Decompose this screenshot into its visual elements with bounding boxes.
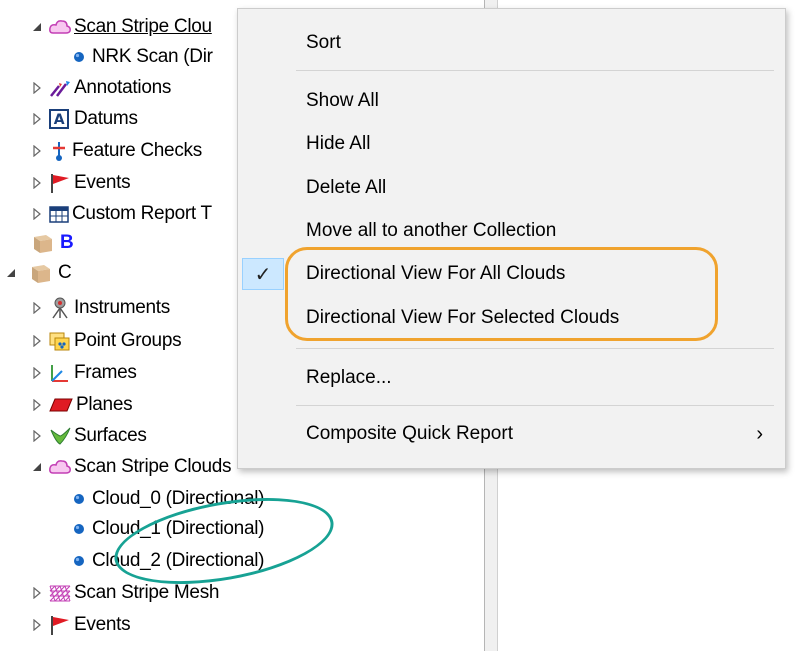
tree-row-events-c[interactable]: Events xyxy=(30,610,131,640)
tree-row-label: Surfaces xyxy=(74,425,147,446)
collapsed-arrow-icon[interactable] xyxy=(30,618,44,632)
expanded-arrow-icon[interactable] xyxy=(30,20,44,34)
menu-item-show-all[interactable]: Show All xyxy=(238,82,785,120)
menu-item-composite-quick-report[interactable]: Composite Quick Report › xyxy=(238,415,785,453)
expanded-arrow-icon[interactable] xyxy=(30,460,44,474)
tree-row-label: Events xyxy=(74,172,131,193)
dot-icon xyxy=(72,554,86,568)
collapsed-arrow-icon[interactable] xyxy=(30,176,44,190)
tree-row-datums[interactable]: A Datums xyxy=(30,104,138,134)
tree-row-label: Custom Report T xyxy=(72,203,212,224)
tree-row-label: B xyxy=(60,232,74,253)
tree-row-label: Annotations xyxy=(74,77,172,98)
feature-checks-icon xyxy=(48,140,70,162)
dot-icon xyxy=(72,522,86,536)
tree-row-label: Point Groups xyxy=(74,330,182,351)
tree-row-label: Instruments xyxy=(74,297,170,318)
tree-row-label: Scan Stripe Clou xyxy=(74,16,212,37)
collapsed-arrow-icon[interactable] xyxy=(30,429,44,443)
cloud-icon xyxy=(48,457,72,477)
menu-item-label: Hide All xyxy=(306,133,371,154)
menu-item-replace[interactable]: Replace... xyxy=(238,359,785,397)
tree-row-label: C xyxy=(58,262,72,283)
planes-icon xyxy=(48,395,74,415)
tree-row-annotations[interactable]: Annotations xyxy=(30,73,171,103)
tree-row-label: Feature Checks xyxy=(72,140,202,161)
tree-row-collection-b[interactable]: B xyxy=(30,228,74,258)
dot-icon xyxy=(72,50,86,64)
tree-row-scan-stripe-clouds-c[interactable]: Scan Stripe Clouds xyxy=(30,452,232,482)
tree-row-label: Events xyxy=(74,614,131,635)
collapsed-arrow-icon[interactable] xyxy=(30,207,44,221)
tree-row-events[interactable]: Events xyxy=(30,168,131,198)
collapsed-arrow-icon[interactable] xyxy=(30,144,44,158)
orange-highlight-callout xyxy=(285,247,718,341)
flag-icon xyxy=(48,614,72,636)
menu-item-label: Sort xyxy=(306,32,341,53)
menu-separator xyxy=(296,348,774,349)
submenu-arrow-icon: › xyxy=(756,422,763,445)
menu-item-hide-all[interactable]: Hide All xyxy=(238,125,785,163)
menu-item-label: Show All xyxy=(306,90,379,111)
expanded-arrow-icon[interactable] xyxy=(4,266,18,280)
tree-row-label: Scan Stripe Mesh xyxy=(74,582,220,603)
tree-row-custom-report[interactable]: Custom Report T xyxy=(30,199,212,229)
collapsed-arrow-icon[interactable] xyxy=(30,112,44,126)
collapsed-arrow-icon[interactable] xyxy=(30,301,44,315)
menu-item-sort[interactable]: Sort xyxy=(238,24,785,62)
collapsed-arrow-icon[interactable] xyxy=(30,81,44,95)
collapsed-arrow-icon[interactable] xyxy=(30,366,44,380)
point-groups-icon xyxy=(48,329,72,353)
tree-row-label: Planes xyxy=(76,394,133,415)
datums-icon: A xyxy=(48,108,70,130)
collapsed-arrow-icon[interactable] xyxy=(30,334,44,348)
menu-item-delete-all[interactable]: Delete All xyxy=(238,169,785,207)
menu-item-label: Composite Quick Report xyxy=(306,423,513,444)
check-mark-icon: ✓ xyxy=(242,258,284,290)
collection-icon xyxy=(28,261,52,285)
tree-row-surfaces[interactable]: Surfaces xyxy=(30,421,147,451)
mesh-icon xyxy=(48,582,72,604)
collection-icon xyxy=(30,231,54,255)
menu-item-label: Replace... xyxy=(306,367,392,388)
menu-separator xyxy=(296,405,774,406)
menu-item-label: Delete All xyxy=(306,177,387,198)
tree-row-point-groups[interactable]: Point Groups xyxy=(30,326,182,356)
surfaces-icon xyxy=(48,424,72,448)
tree-row-label: Frames xyxy=(74,362,137,383)
annotations-icon xyxy=(48,78,72,98)
tree-row-scan-stripe-cloud-b[interactable]: Scan Stripe Clou xyxy=(30,12,212,42)
menu-item-move-all[interactable]: Move all to another Collection xyxy=(238,212,785,250)
instrument-icon xyxy=(48,296,72,320)
tree-row-label: Scan Stripe Clouds xyxy=(74,456,232,477)
collapsed-arrow-icon[interactable] xyxy=(30,586,44,600)
menu-item-label: Move all to another Collection xyxy=(306,220,557,241)
collapsed-arrow-icon[interactable] xyxy=(30,398,44,412)
menu-separator xyxy=(296,70,774,71)
tree-row-feature-checks[interactable]: Feature Checks xyxy=(30,136,202,166)
tree-row-nrk-scan[interactable]: NRK Scan (Dir xyxy=(72,42,213,72)
tree-row-frames[interactable]: Frames xyxy=(30,358,137,388)
svg-text:A: A xyxy=(54,112,65,128)
tree-row-planes[interactable]: Planes xyxy=(30,390,133,420)
tree-row-instruments[interactable]: Instruments xyxy=(30,293,170,323)
tree-row-label: NRK Scan (Dir xyxy=(92,46,213,67)
tree-row-collection-c[interactable]: C xyxy=(0,258,72,288)
cloud-icon xyxy=(48,17,72,37)
frames-icon xyxy=(48,362,72,384)
flag-icon xyxy=(48,172,72,194)
tree-row-label: Datums xyxy=(74,108,138,129)
table-icon xyxy=(48,204,70,224)
context-menu: Sort Show All Hide All Delete All Move a… xyxy=(237,8,786,469)
dot-icon xyxy=(72,492,86,506)
check-mark-glyph: ✓ xyxy=(254,263,272,286)
